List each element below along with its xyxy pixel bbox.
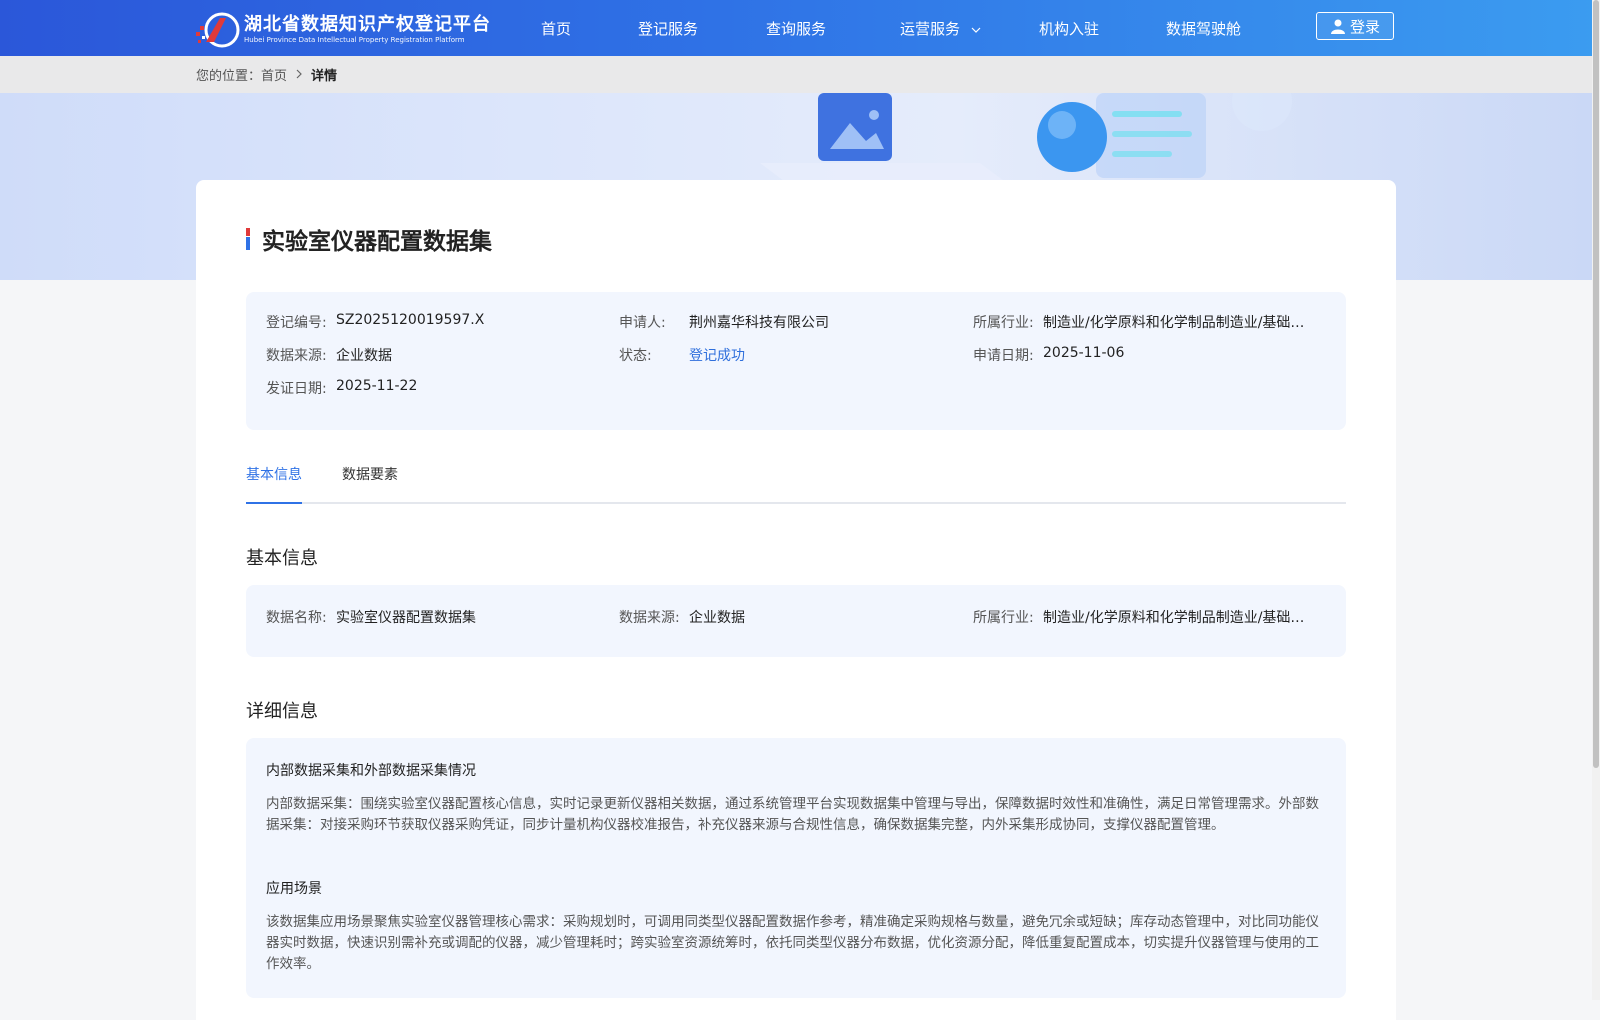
subsection-title-scenario: 应用场景 — [266, 881, 322, 897]
paragraph-collection: 内部数据采集：围绕实验室仪器配置核心信息，实时记录更新仪器相关数据，通过系统管理… — [266, 796, 1319, 833]
detail-tabs: 基本信息 数据要素 — [246, 464, 1346, 504]
nav-dashboard[interactable]: 数据驾驶舱 — [1166, 18, 1241, 39]
nav-home[interactable]: 首页 — [541, 18, 571, 39]
field-value: 2025-11-06 — [1043, 345, 1125, 361]
breadcrumb: 您的位置： 首页 详情 — [196, 56, 337, 93]
field-value: SZ2025120019597.X — [336, 312, 485, 328]
field-industry: 所属行业: 制造业/化学原料和化学制品制造业/基础… — [973, 312, 1304, 332]
section-title-detail: 详细信息 — [246, 701, 318, 722]
chevron-right-icon — [295, 68, 303, 82]
field-source: 数据来源: 企业数据 — [266, 345, 392, 365]
field-value: 企业数据 — [336, 348, 392, 364]
login-button[interactable]: 登录 — [1316, 12, 1394, 40]
logo-subtitle: Hubei Province Data Intellectual Propert… — [244, 36, 465, 44]
field-value: 实验室仪器配置数据集 — [336, 610, 476, 626]
breadcrumb-current: 详情 — [311, 69, 338, 84]
chevron-down-icon — [971, 20, 981, 38]
field-label: 申请人: — [619, 315, 666, 331]
tab-basic-info[interactable]: 基本信息 — [246, 464, 302, 504]
field-label: 所属行业: — [973, 315, 1034, 331]
record-summary: 登记编号: SZ2025120019597.X 申请人: 荆州嘉华科技有限公司 … — [246, 292, 1346, 430]
field-status: 状态: 登记成功 — [619, 345, 745, 365]
record-title-row: 实验室仪器配置数据集 — [246, 222, 492, 256]
detail-info-box: 内部数据采集和外部数据采集情况 内部数据采集：围绕实验室仪器配置核心信息，实时记… — [246, 738, 1346, 998]
breadcrumb-home[interactable]: 首页 — [261, 65, 287, 84]
nav-query[interactable]: 查询服务 — [766, 18, 826, 39]
field-label: 申请日期: — [973, 348, 1034, 364]
field-value: 荆州嘉华科技有限公司 — [689, 315, 829, 331]
nav-institution[interactable]: 机构入驻 — [1039, 18, 1099, 39]
basic-info-box: 数据名称: 实验室仪器配置数据集 数据来源: 企业数据 所属行业: 制造业/化学… — [246, 585, 1346, 657]
field-label: 数据名称: — [266, 610, 327, 626]
nav-operation-label: 运营服务 — [900, 19, 961, 38]
logo-emblem-icon — [196, 12, 242, 48]
field-value: 制造业/化学原料和化学制品制造业/基础… — [1043, 315, 1305, 331]
field-value: 制造业/化学原料和化学制品制造业/基础… — [1043, 610, 1305, 626]
field-data-industry: 所属行业: 制造业/化学原料和化学制品制造业/基础… — [973, 607, 1304, 627]
field-label: 数据来源: — [266, 348, 327, 364]
field-applicant: 申请人: 荆州嘉华科技有限公司 — [619, 312, 829, 332]
field-label: 发证日期: — [266, 381, 327, 397]
detail-card: 实验室仪器配置数据集 登记编号: SZ2025120019597.X 申请人: … — [196, 180, 1396, 1020]
field-label: 登记编号: — [266, 315, 327, 331]
field-value: 企业数据 — [689, 610, 745, 626]
field-label: 状态: — [619, 348, 652, 364]
login-label: 登录 — [1349, 17, 1380, 36]
page-title: 实验室仪器配置数据集 — [262, 229, 492, 255]
field-data-source: 数据来源: 企业数据 — [619, 607, 745, 627]
field-cert-date: 发证日期: 2025-11-22 — [266, 378, 417, 398]
scrollbar-thumb[interactable] — [1593, 0, 1599, 768]
paragraph-scenario: 该数据集应用场景聚焦实验室仪器管理核心需求：采购规划时，可调用同类型仪器配置数据… — [266, 914, 1319, 972]
field-data-name: 数据名称: 实验室仪器配置数据集 — [266, 607, 476, 627]
site-logo[interactable]: 湖北省数据知识产权登记平台 Hubei Province Data Intell… — [196, 12, 491, 48]
field-apply-date: 申请日期: 2025-11-06 — [973, 345, 1124, 365]
field-value: 2025-11-22 — [336, 378, 418, 394]
breadcrumb-bar: 您的位置： 首页 详情 — [0, 56, 1592, 93]
top-navbar: 湖北省数据知识产权登记平台 Hubei Province Data Intell… — [0, 0, 1600, 56]
nav-operation[interactable]: 运营服务 — [900, 18, 981, 39]
tab-data-elements[interactable]: 数据要素 — [342, 464, 398, 502]
breadcrumb-prefix: 您的位置： — [196, 69, 262, 84]
field-label: 所属行业: — [973, 610, 1034, 626]
field-label: 数据来源: — [619, 610, 680, 626]
user-icon — [1330, 18, 1346, 34]
section-title-basic: 基本信息 — [246, 548, 318, 569]
status-badge: 登记成功 — [689, 348, 745, 364]
title-accent-icon — [246, 228, 250, 250]
field-reg-no: 登记编号: SZ2025120019597.X — [266, 312, 484, 332]
logo-title: 湖北省数据知识产权登记平台 — [244, 14, 491, 35]
nav-registration[interactable]: 登记服务 — [638, 18, 698, 39]
subsection-title-collection: 内部数据采集和外部数据采集情况 — [266, 763, 476, 779]
